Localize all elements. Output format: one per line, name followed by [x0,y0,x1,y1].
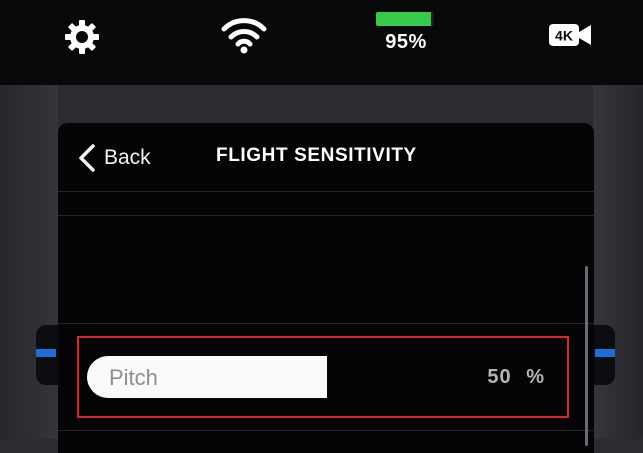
pitch-value: 50 % [487,366,545,389]
pitch-slider[interactable]: Pitch [87,356,327,398]
chevron-left-icon [79,144,95,172]
background-left [0,85,58,439]
battery-bar [376,12,434,26]
pitch-value-number: 50 [487,366,512,388]
scrollbar[interactable] [585,266,588,446]
video-camera-4k-icon: 4K [548,22,592,48]
page-title: FLIGHT SENSITIVITY [216,145,417,166]
pitch-label: Pitch [109,365,158,390]
divider [58,191,594,192]
back-label: Back [104,146,151,169]
back-button[interactable]: Back [76,143,162,173]
status-bar: 95% 4K [0,0,643,85]
pitch-setting-row: Pitch 50 % [77,336,569,418]
battery-fill [376,12,432,26]
background-right [593,85,643,439]
battery-indicator: 95% [374,12,438,56]
divider [58,430,594,431]
flight-sensitivity-panel: Back FLIGHT SENSITIVITY Pitch 50 % [58,123,594,453]
divider [58,215,594,216]
divider [58,323,594,324]
wifi-icon [220,15,268,55]
pitch-value-unit: % [526,366,545,388]
resolution-label: 4K [555,28,573,44]
battery-percentage: 95% [385,31,427,53]
gear-icon[interactable] [62,17,102,57]
